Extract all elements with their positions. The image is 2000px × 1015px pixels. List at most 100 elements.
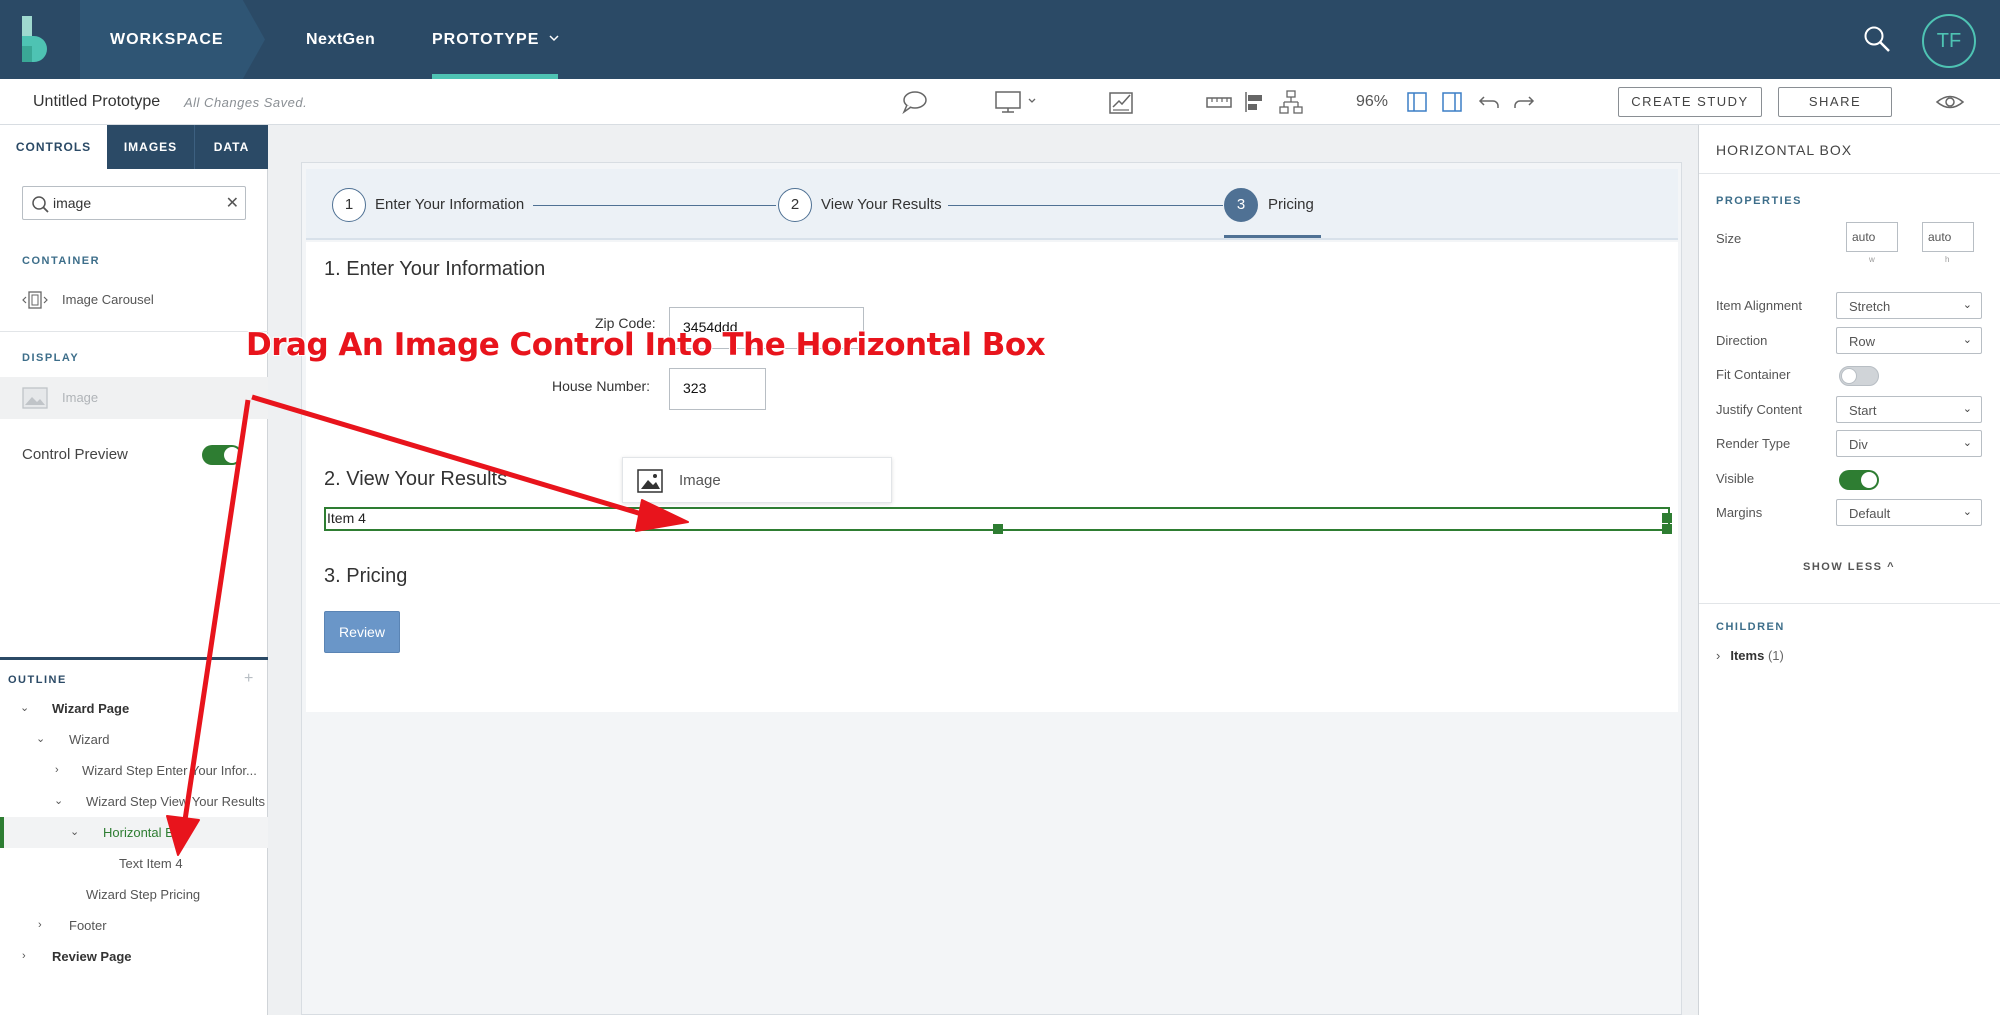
tree-item-footer[interactable]: › Footer [0, 910, 268, 941]
tree-item-review-page[interactable]: › Review Page [0, 941, 268, 972]
chevron-down-icon: ⌄ [1962, 334, 1972, 346]
control-image[interactable]: Image [0, 377, 268, 419]
chevron-down-icon: ⌄ [1962, 506, 1972, 518]
render-type-label: Render Type [1716, 436, 1791, 451]
breadcrumb-workspace[interactable]: WORKSPACE [110, 0, 224, 79]
chevron-down-icon[interactable]: ⌄ [70, 817, 79, 848]
save-status: All Changes Saved. [184, 95, 308, 110]
review-button[interactable]: Review [324, 611, 400, 653]
tree-item-wizard[interactable]: ⌄ Wizard [0, 724, 268, 755]
annotate-icon[interactable] [1108, 89, 1136, 115]
horizontal-box[interactable]: Item 4 [324, 507, 1672, 534]
search-icon [32, 196, 49, 213]
visible-label: Visible [1716, 471, 1755, 486]
children-items-row[interactable]: › Items (1) [1716, 648, 1784, 663]
tree-item-wizard-page[interactable]: ⌄ Wizard Page [0, 693, 268, 724]
top-bar: WORKSPACE NextGen PROTOTYPE TF [0, 0, 2000, 79]
breadcrumb-project[interactable]: NextGen [306, 0, 375, 79]
redo-icon[interactable] [1512, 89, 1536, 115]
design-canvas[interactable]: 1 Enter Your Information 2 View Your Res… [301, 162, 1682, 1015]
margins-label: Margins [1716, 505, 1763, 520]
item-alignment-select[interactable]: Stretch ⌄ [1836, 292, 1982, 319]
step-2-label[interactable]: View Your Results [821, 196, 942, 213]
controls-search: ✕ [22, 186, 246, 220]
outline-panel: OUTLINE + ⌄ Wizard Page ⌄ Wizard › Wizar… [0, 657, 268, 1015]
show-less-link[interactable]: SHOW LESS ^ [1803, 561, 1895, 573]
image-icon [637, 469, 663, 493]
control-preview-toggle[interactable] [202, 445, 242, 465]
align-left-icon[interactable] [1243, 89, 1267, 115]
chevron-right-icon[interactable]: › [38, 910, 42, 941]
step-3-label[interactable]: Pricing [1268, 196, 1314, 213]
chevron-right-icon[interactable]: › [1716, 648, 1720, 663]
toolbar: Untitled Prototype All Changes Saved. 96… [0, 79, 2000, 125]
tab-data[interactable]: DATA [195, 125, 268, 169]
chevron-down-icon[interactable]: ⌄ [20, 693, 29, 724]
resize-handle[interactable] [1662, 524, 1672, 534]
share-button[interactable]: SHARE [1778, 87, 1892, 117]
search-icon[interactable] [1862, 24, 1892, 54]
dragged-image-control[interactable]: Image [622, 457, 892, 503]
chevron-down-icon[interactable]: ⌄ [54, 786, 63, 817]
text-item[interactable]: Item 4 [327, 510, 366, 526]
chevron-right-icon[interactable]: › [22, 941, 26, 972]
section-title: 3. Pricing [324, 565, 408, 587]
carousel-icon [22, 291, 48, 309]
house-number-label: House Number: [552, 378, 651, 394]
control-image-carousel[interactable]: Image Carousel [0, 279, 268, 321]
undo-icon[interactable] [1477, 89, 1501, 115]
controls-search-input[interactable] [53, 193, 213, 213]
selected-control-title: HORIZONTAL BOX [1716, 142, 1853, 158]
house-number-input[interactable]: 323 [669, 368, 766, 410]
tree-item-text-item[interactable]: Text Item 4 [0, 848, 268, 879]
resize-handle[interactable] [993, 524, 1003, 534]
prototype-title[interactable]: Untitled Prototype [33, 93, 160, 111]
tab-controls[interactable]: CONTROLS [0, 125, 107, 169]
chevron-down-icon[interactable] [548, 32, 560, 44]
step-1-number[interactable]: 1 [332, 188, 366, 222]
section-title: 1. Enter Your Information [324, 258, 546, 280]
step-1-label[interactable]: Enter Your Information [375, 196, 524, 213]
clear-search-icon[interactable]: ✕ [226, 193, 239, 213]
comment-icon[interactable] [900, 89, 928, 115]
width-input[interactable]: auto [1846, 222, 1898, 252]
section-title: 2. View Your Results [324, 468, 508, 490]
zoom-level[interactable]: 96% [1356, 93, 1388, 111]
device-desktop-icon[interactable] [994, 89, 1040, 115]
chevron-down-icon: ⌄ [1962, 437, 1972, 449]
tree-item-step-view-results[interactable]: ⌄ Wizard Step View Your Results [0, 786, 268, 817]
chevron-right-icon[interactable]: › [55, 755, 59, 786]
direction-select[interactable]: Row ⌄ [1836, 327, 1982, 354]
app-logo-icon[interactable] [20, 16, 56, 62]
add-icon[interactable]: + [244, 670, 253, 688]
justify-content-select[interactable]: Start ⌄ [1836, 396, 1982, 423]
step-3-number[interactable]: 3 [1224, 188, 1258, 222]
height-input[interactable]: auto [1922, 222, 1974, 252]
active-step-underline [1224, 235, 1321, 238]
wizard-content: 1. Enter Your Information Zip Code: 3454… [306, 242, 1678, 712]
chevron-down-icon[interactable]: ⌄ [36, 724, 45, 755]
fit-container-toggle[interactable] [1839, 366, 1879, 386]
left-panel-toggle-icon[interactable] [1406, 89, 1428, 115]
control-label: Image [62, 390, 99, 405]
divider [1699, 603, 2000, 604]
step-2-number[interactable]: 2 [778, 188, 812, 222]
panel-tabs: CONTROLS IMAGES DATA [0, 125, 268, 169]
visible-toggle[interactable] [1839, 470, 1879, 490]
tree-item-horizontal-box[interactable]: ⌄ Horizontal Box [0, 817, 268, 848]
ruler-icon[interactable] [1205, 89, 1233, 115]
tab-images[interactable]: IMAGES [107, 125, 195, 169]
preview-eye-icon[interactable] [1935, 89, 1965, 115]
tree-item-step-enter-info[interactable]: › Wizard Step Enter Your Infor... [0, 755, 268, 786]
item-alignment-label: Item Alignment [1716, 298, 1802, 313]
right-panel-toggle-icon[interactable] [1441, 89, 1463, 115]
children-label: CHILDREN [1716, 621, 1785, 633]
breadcrumb-prototype[interactable]: PROTOTYPE [432, 0, 539, 79]
render-type-select[interactable]: Div ⌄ [1836, 430, 1982, 457]
resize-handle[interactable] [1662, 513, 1672, 523]
sitemap-icon[interactable] [1278, 89, 1304, 115]
margins-select[interactable]: Default ⌄ [1836, 499, 1982, 526]
user-avatar[interactable]: TF [1922, 14, 1976, 68]
create-study-button[interactable]: CREATE STUDY [1618, 87, 1762, 117]
tree-item-step-pricing[interactable]: Wizard Step Pricing [0, 879, 268, 910]
